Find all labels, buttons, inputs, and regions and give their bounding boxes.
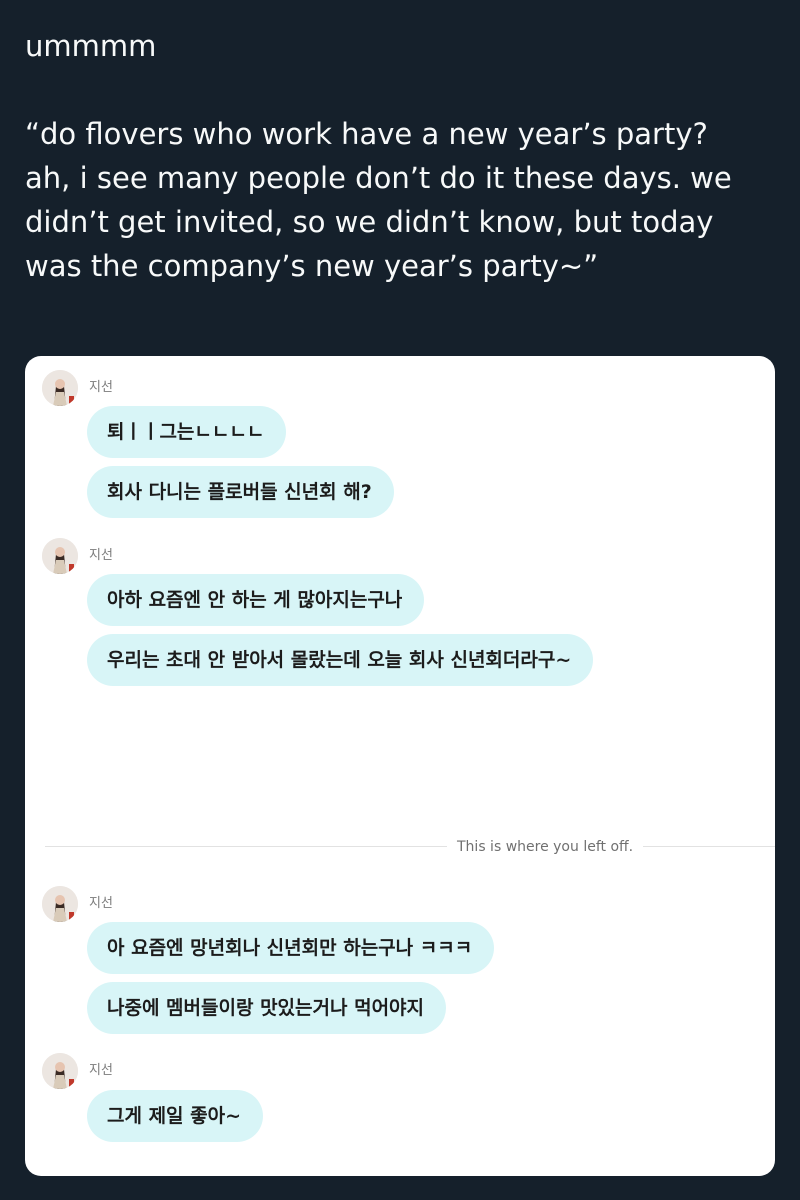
avatar-portrait-icon bbox=[42, 538, 78, 574]
message-bubble[interactable]: 아하 요즘엔 안 하는 게 많아지는구나 bbox=[87, 574, 425, 626]
tweet-quote-line: was the company’s new year’s party~” bbox=[25, 249, 599, 283]
avatar-portrait-icon bbox=[42, 886, 78, 922]
avatar bbox=[42, 538, 78, 574]
sender-name: 지선 bbox=[89, 1063, 113, 1078]
tweet-quote-line: didn’t get invited, so we didn’t know, b… bbox=[25, 205, 714, 239]
avatar bbox=[42, 886, 78, 922]
sender-name: 지선 bbox=[89, 380, 113, 395]
message-bubble[interactable]: 그게 제일 좋아~ bbox=[87, 1090, 264, 1142]
avatar bbox=[42, 370, 78, 406]
avatar-portrait-icon bbox=[42, 1053, 78, 1089]
sender-name: 지선 bbox=[89, 548, 113, 563]
left-off-label: This is where you left off. bbox=[447, 837, 644, 857]
tweet-text: ummmm “do flovers who work have a new ye… bbox=[25, 24, 775, 288]
message-bubble[interactable]: 나중에 멤버들이랑 맛있는거나 먹어야지 bbox=[87, 982, 447, 1034]
message-bubble[interactable]: 우리는 초대 안 받아서 몰랐는데 오늘 회사 신년회더라구~ bbox=[87, 634, 594, 686]
message-bubble[interactable]: 아 요즘엔 망년회나 신년회만 하는구나 ㅋㅋㅋ bbox=[87, 922, 495, 974]
message-bubble[interactable]: 퇴ㅣㅣ그는ㄴㄴㄴㄴ bbox=[87, 406, 287, 458]
avatar bbox=[42, 1053, 78, 1089]
avatar-portrait-icon bbox=[42, 370, 78, 406]
tweet-quote-line: “do flovers who work have a new year’s p… bbox=[25, 117, 708, 151]
message-bubble[interactable]: 회사 다니는 플로버들 신년회 해? bbox=[87, 466, 394, 518]
tweet-quote-line: ah, i see many people don’t do it these … bbox=[25, 161, 732, 195]
sender-name: 지선 bbox=[89, 896, 113, 911]
tweet-line: ummmm bbox=[25, 29, 157, 63]
unread-divider-line bbox=[45, 846, 775, 847]
chat-screenshot-card[interactable]: 지선 퇴ㅣㅣ그는ㄴㄴㄴㄴ 회사 다니는 플로버들 신년회 해? 지선 아하 요즘… bbox=[25, 356, 775, 1176]
